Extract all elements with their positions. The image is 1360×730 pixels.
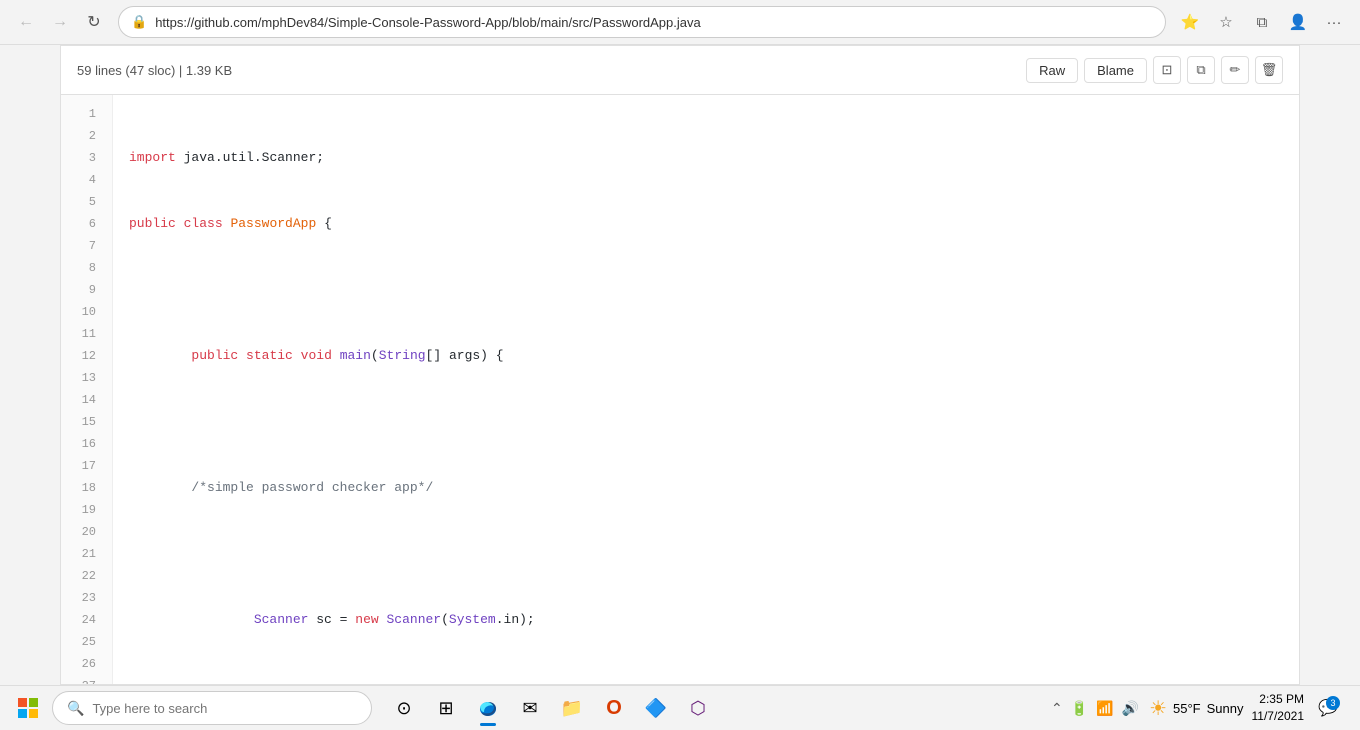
ln-17: 17: [61, 455, 112, 477]
line-numbers: 1 2 3 4 5 6 7 8 9 10 11 12 13 14 15 16 1…: [61, 95, 113, 685]
windows-logo-icon: [18, 698, 38, 718]
code-stats: 59 lines (47 sloc) | 1.39 KB: [77, 63, 232, 78]
edge-icon: [478, 698, 498, 718]
ln-6: 6: [61, 213, 112, 235]
lock-icon: 🔒: [131, 14, 147, 30]
ln-8: 8: [61, 257, 112, 279]
weather-sun-icon: ☀: [1149, 696, 1167, 721]
ln-20: 20: [61, 521, 112, 543]
volume-icon[interactable]: 🔊: [1120, 698, 1141, 719]
blame-button[interactable]: Blame: [1084, 58, 1147, 83]
systray: ⌃ 🔋 📶 🔊 ☀ 55°F Sunny 2:35 PM 11/7/2021 💬…: [1041, 691, 1352, 725]
profile-button[interactable]: 👤: [1282, 6, 1314, 38]
ln-27: 27: [61, 675, 112, 685]
system-clock[interactable]: 2:35 PM 11/7/2021: [1252, 691, 1305, 725]
url-text: https://github.com/mphDev84/Simple-Conso…: [155, 15, 1153, 30]
ln-14: 14: [61, 389, 112, 411]
code-line-2: public class PasswordApp {: [129, 213, 1283, 235]
code-line-5: [129, 411, 1283, 433]
code-line-8: Scanner sc = new Scanner(System.in);: [129, 609, 1283, 631]
code-actions: Raw Blame ⊡ ⧉ ✏ 🗑: [1026, 56, 1283, 84]
browser-actions: ⭐ ☆ ⧉ 👤 ···: [1174, 6, 1350, 38]
ln-15: 15: [61, 411, 112, 433]
taskbar-search-app[interactable]: ⊙: [384, 688, 424, 728]
back-button[interactable]: ←: [10, 6, 42, 38]
ln-25: 25: [61, 631, 112, 653]
clock-time: 2:35 PM: [1252, 691, 1305, 708]
notification-badge: 3: [1326, 696, 1340, 710]
code-viewer: 59 lines (47 sloc) | 1.39 KB Raw Blame ⊡…: [60, 45, 1300, 685]
ln-3: 3: [61, 147, 112, 169]
code-meta: 59 lines (47 sloc) | 1.39 KB: [77, 63, 236, 78]
edit-icon-btn[interactable]: ✏: [1221, 56, 1249, 84]
delete-icon-btn[interactable]: 🗑: [1255, 56, 1283, 84]
taskbar-edge-browser[interactable]: [468, 688, 508, 728]
network-icon: 📶: [1094, 698, 1115, 719]
split-view-button[interactable]: ⧉: [1246, 6, 1278, 38]
raw-button[interactable]: Raw: [1026, 58, 1078, 83]
weather-condition: Sunny: [1207, 701, 1244, 716]
menu-button[interactable]: ···: [1318, 6, 1350, 38]
code-line-7: [129, 543, 1283, 565]
extensions-button[interactable]: ⭐: [1174, 6, 1206, 38]
ln-1: 1: [61, 103, 112, 125]
chevron-up-icon[interactable]: ⌃: [1049, 698, 1065, 719]
copy-icon-btn[interactable]: ⧉: [1187, 56, 1215, 84]
address-bar[interactable]: 🔒 https://github.com/mphDev84/Simple-Con…: [118, 6, 1166, 38]
ln-7: 7: [61, 235, 112, 257]
ln-12: 12: [61, 345, 112, 367]
code-line-9: [129, 675, 1283, 685]
start-button[interactable]: [8, 688, 48, 728]
taskbar-unknown-app[interactable]: 🔷: [636, 688, 676, 728]
ln-16: 16: [61, 433, 112, 455]
refresh-button[interactable]: ↻: [78, 6, 110, 38]
search-icon: 🔍: [67, 700, 84, 717]
code-body: 1 2 3 4 5 6 7 8 9 10 11 12 13 14 15 16 1…: [61, 95, 1299, 685]
weather-widget: ☀ 55°F Sunny: [1149, 696, 1243, 721]
nav-buttons: ← → ↻: [10, 6, 110, 38]
ln-26: 26: [61, 653, 112, 675]
browser-chrome: ← → ↻ 🔒 https://github.com/mphDev84/Simp…: [0, 0, 1360, 45]
taskbar-visual-studio[interactable]: ⬡: [678, 688, 718, 728]
ln-19: 19: [61, 499, 112, 521]
ln-10: 10: [61, 301, 112, 323]
code-content: import java.util.Scanner; public class P…: [113, 95, 1299, 685]
taskbar-apps: ⊙ ⊞ ✉ 📁 O 🔷 ⬡: [384, 688, 718, 728]
ln-23: 23: [61, 587, 112, 609]
code-line-6: /*simple password checker app*/: [129, 477, 1283, 499]
code-line-3: [129, 279, 1283, 301]
forward-button[interactable]: →: [44, 6, 76, 38]
favorites-button[interactable]: ☆: [1210, 6, 1242, 38]
ln-11: 11: [61, 323, 112, 345]
taskbar-files-app[interactable]: 📁: [552, 688, 592, 728]
ln-21: 21: [61, 543, 112, 565]
ln-22: 22: [61, 565, 112, 587]
taskbar-search-box[interactable]: 🔍: [52, 691, 372, 725]
taskbar-widgets-app[interactable]: ⊞: [426, 688, 466, 728]
ln-4: 4: [61, 169, 112, 191]
battery-icon: 🔋: [1069, 698, 1090, 719]
clock-date: 11/7/2021: [1252, 708, 1305, 725]
systray-icons: ⌃ 🔋 📶 🔊: [1049, 698, 1141, 719]
ln-13: 13: [61, 367, 112, 389]
code-line-1: import java.util.Scanner;: [129, 147, 1283, 169]
taskbar-mail-app[interactable]: ✉: [510, 688, 550, 728]
notification-button[interactable]: 💬 3: [1312, 692, 1344, 724]
weather-temp: 55°F: [1173, 701, 1201, 716]
taskbar: 🔍 ⊙ ⊞ ✉ 📁 O 🔷 ⬡ ⌃ 🔋 📶 🔊 ☀ 55°F Sunn: [0, 685, 1360, 730]
ln-2: 2: [61, 125, 112, 147]
ln-24: 24: [61, 609, 112, 631]
code-line-4: public static void main(String[] args) {: [129, 345, 1283, 367]
code-header: 59 lines (47 sloc) | 1.39 KB Raw Blame ⊡…: [61, 46, 1299, 95]
desktop-icon-btn[interactable]: ⊡: [1153, 56, 1181, 84]
ln-9: 9: [61, 279, 112, 301]
ln-18: 18: [61, 477, 112, 499]
ln-5: 5: [61, 191, 112, 213]
search-input[interactable]: [92, 701, 357, 716]
taskbar-office-app[interactable]: O: [594, 688, 634, 728]
